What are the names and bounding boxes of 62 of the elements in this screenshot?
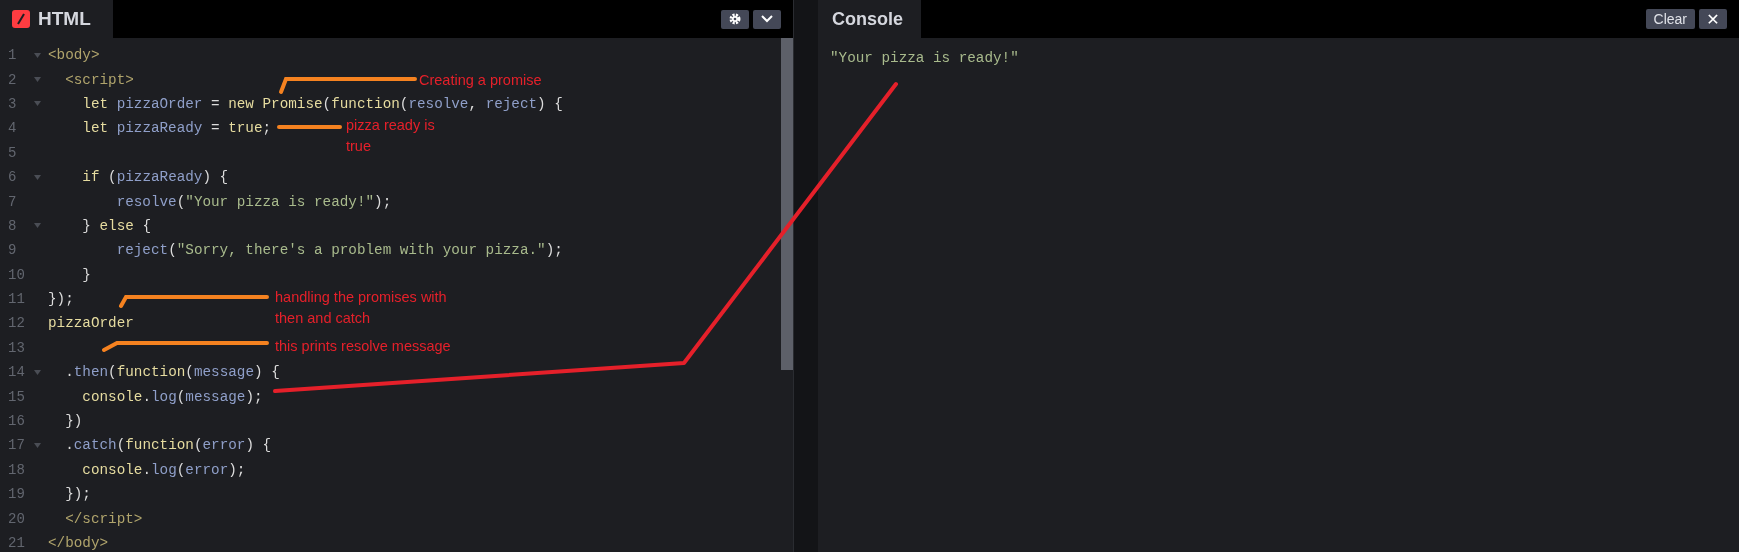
code-line: }); xyxy=(64,486,91,503)
code-line: } else { xyxy=(81,217,151,234)
code-line: reject("Sorry, there's a problem with your pizza."); xyxy=(115,242,563,259)
line-number: 9 xyxy=(7,242,18,259)
fold-arrow-icon[interactable] xyxy=(34,369,41,375)
line-number: 18 xyxy=(7,461,26,478)
line-number: 12 xyxy=(7,315,26,332)
fold-arrow-icon[interactable] xyxy=(34,223,41,229)
line-number: 2 xyxy=(7,71,18,88)
line-number: 16 xyxy=(7,413,26,430)
code-line: <script> xyxy=(64,71,134,88)
settings-button[interactable] xyxy=(721,9,749,29)
code-line: resolve("Your pizza is ready!"); xyxy=(115,193,392,210)
code-line: console.log(error); xyxy=(81,461,246,478)
code-line: let pizzaOrder = new Promise(function(resolve, reject) { xyxy=(81,95,563,112)
leader-line xyxy=(277,125,342,129)
line-number: 14 xyxy=(7,364,26,381)
fold-arrow-icon[interactable] xyxy=(34,174,41,180)
line-number: 17 xyxy=(7,437,26,454)
code-line: </script> xyxy=(64,510,143,527)
fold-arrow-icon[interactable] xyxy=(34,101,41,107)
code-line: }); xyxy=(48,291,74,308)
code-line: console.log(message); xyxy=(81,388,263,405)
close-button[interactable]: ✕ xyxy=(1699,9,1727,29)
console-output: "Your pizza is ready!" xyxy=(830,50,1019,66)
line-number: 21 xyxy=(7,535,26,551)
line-number: 1 xyxy=(7,47,18,64)
code-line: </body> xyxy=(48,535,109,551)
dropdown-button[interactable] xyxy=(753,9,781,29)
code-line: pizzaOrder xyxy=(48,315,134,332)
line-number: 6 xyxy=(7,169,18,186)
line-number: 10 xyxy=(7,266,26,283)
code-line: if (pizzaReady) { xyxy=(81,169,229,186)
settings-icon xyxy=(728,12,742,26)
line-number: 5 xyxy=(7,144,18,161)
code-line: let pizzaReady = true; xyxy=(81,120,272,137)
code-line: .then(function(message) { xyxy=(64,364,280,381)
fold-arrow-icon[interactable] xyxy=(34,77,41,83)
chevron-down-icon xyxy=(760,14,774,24)
line-number: 7 xyxy=(7,193,18,210)
line-number: 4 xyxy=(7,120,18,137)
code-line: } xyxy=(81,266,91,283)
console-tab[interactable]: Console xyxy=(818,0,921,38)
code-line: <body> xyxy=(48,47,100,64)
line-number: 19 xyxy=(7,486,26,503)
line-number: 8 xyxy=(7,217,18,234)
editor-tab[interactable]: HTML xyxy=(0,0,113,38)
line-number: 11 xyxy=(7,291,26,308)
code-line: .catch(function(error) { xyxy=(64,437,272,454)
annotation-text: Creating a promise xyxy=(419,71,542,90)
fold-arrow-icon[interactable] xyxy=(34,52,41,58)
annotation-text: pizza ready is true xyxy=(346,116,435,156)
line-number: 20 xyxy=(7,510,26,527)
slash-logo-icon xyxy=(12,10,30,28)
line-number: 15 xyxy=(7,388,26,405)
annotation-text: handling the promises with then and catch xyxy=(275,288,447,328)
line-number: 13 xyxy=(7,339,26,356)
fold-arrow-icon[interactable] xyxy=(34,442,41,448)
code-line: }) xyxy=(64,413,83,430)
clear-button[interactable]: Clear xyxy=(1645,9,1695,29)
annotation-text: this prints resolve message xyxy=(275,337,451,356)
line-number: 3 xyxy=(7,95,18,112)
